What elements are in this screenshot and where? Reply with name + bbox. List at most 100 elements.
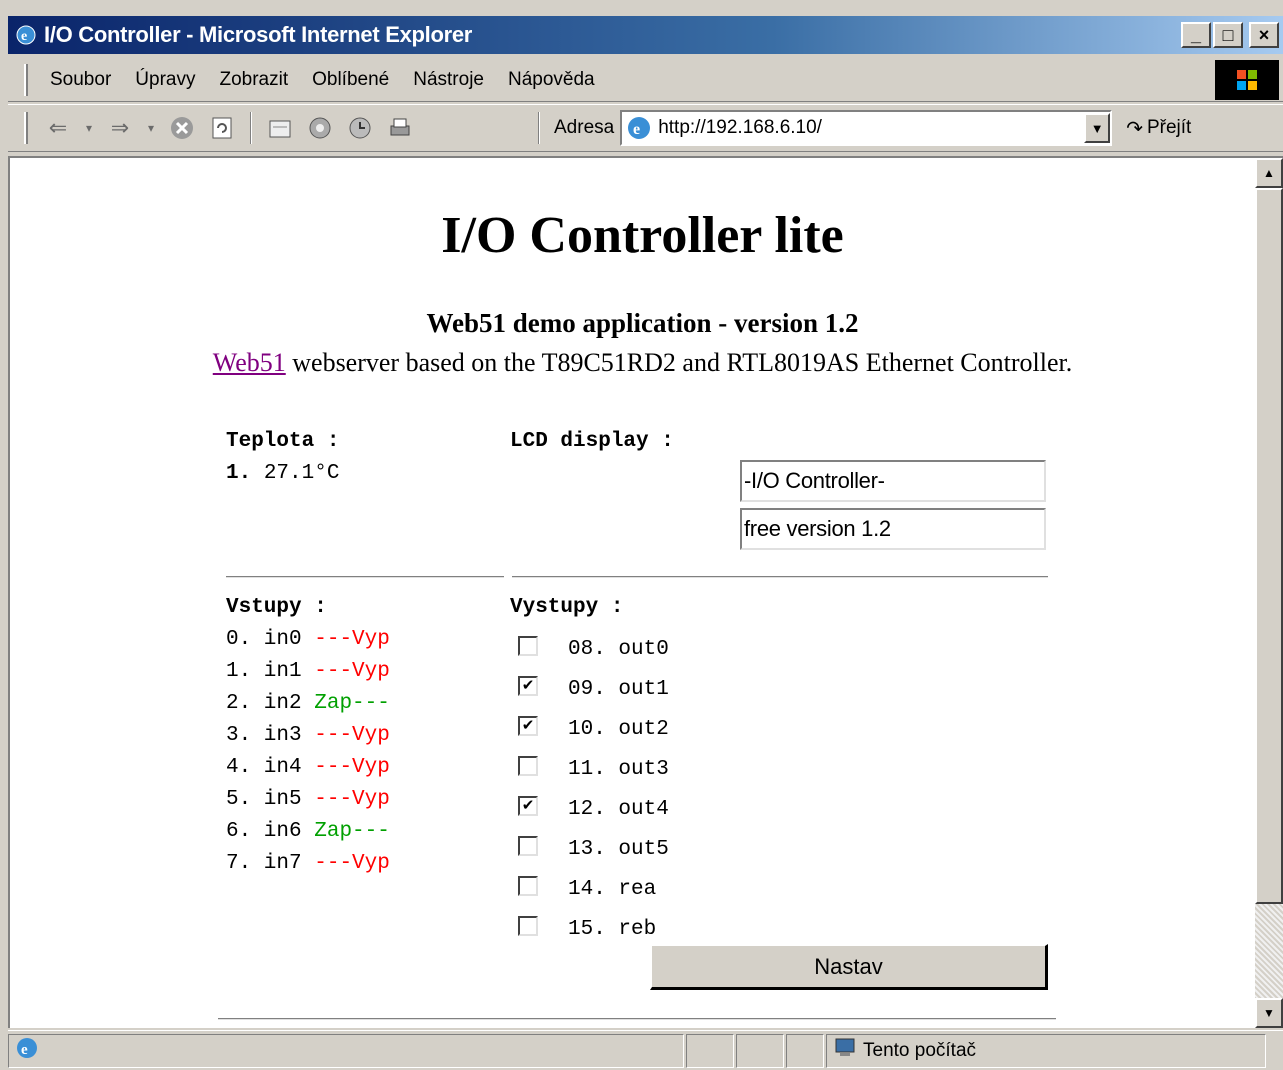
address-bar[interactable]: e http://192.168.6.10/ ▼ — [620, 110, 1113, 146]
temperature-value: 27.1°C — [263, 462, 340, 485]
toolbar-grip[interactable] — [24, 112, 28, 144]
zone-label: Tento počítač — [863, 1039, 977, 1061]
browser-window: e I/O Controller - Microsoft Internet Ex… — [0, 0, 1283, 1070]
window-title: I/O Controller - Microsoft Internet Expl… — [44, 22, 473, 47]
output-checkbox[interactable] — [518, 636, 538, 656]
svg-text:e: e — [21, 1042, 28, 1058]
input-state: ---Vyp — [314, 788, 390, 811]
svg-text:e: e — [633, 121, 640, 138]
output-label: 13. out5 — [568, 838, 669, 861]
input-row: 0. in0 ---Vyp — [226, 628, 390, 651]
input-row: 4. in4 ---Vyp — [226, 756, 390, 779]
history-icon[interactable] — [343, 111, 377, 145]
vertical-scrollbar[interactable]: ▲ ▼ — [1255, 158, 1283, 1028]
input-label: 0. in0 — [226, 628, 302, 651]
page-viewport: I/O Controller lite Web51 demo applicati… — [8, 156, 1283, 1028]
windows-logo-icon — [1215, 59, 1279, 100]
maximize-button[interactable]: □ — [1213, 22, 1243, 48]
scroll-thumb[interactable] — [1255, 188, 1283, 904]
back-icon[interactable]: ⇐ — [41, 111, 75, 145]
input-row: 7. in7 ---Vyp — [226, 852, 390, 875]
temperature-heading: Teplota : — [226, 430, 340, 453]
status-main: e — [8, 1033, 684, 1068]
menu-item-soubor[interactable]: Soubor — [38, 69, 123, 91]
page-description: Web51 webserver based on the T89C51RD2 a… — [10, 348, 1275, 378]
ie-logo-icon: e — [14, 23, 38, 47]
temperature-index: 1. — [226, 462, 252, 485]
page-icon: e — [626, 115, 652, 141]
menu-item-upravy[interactable]: Úpravy — [123, 69, 207, 91]
divider-left — [226, 576, 504, 578]
menu-item-napoveda[interactable]: Nápověda — [496, 69, 607, 91]
title-bar: e I/O Controller - Microsoft Internet Ex… — [8, 16, 1283, 54]
close-button[interactable]: × — [1249, 22, 1279, 48]
input-label: 2. in2 — [226, 692, 302, 715]
input-label: 7. in7 — [226, 852, 302, 875]
input-state: ---Vyp — [314, 660, 390, 683]
home-icon[interactable] — [263, 111, 297, 145]
status-zone: Tento počítač — [826, 1033, 1266, 1068]
address-label: Adresa — [554, 117, 615, 138]
lcd-line1-input[interactable] — [740, 460, 1046, 502]
stop-icon[interactable] — [165, 111, 199, 145]
input-row: 3. in3 ---Vyp — [226, 724, 390, 747]
computer-icon — [833, 1037, 857, 1065]
output-checkbox[interactable]: ✔ — [518, 716, 538, 736]
output-checkbox[interactable] — [518, 836, 538, 856]
input-state: Zap--- — [314, 692, 390, 715]
back-dropdown-icon[interactable]: ▾ — [81, 111, 97, 145]
output-label: 14. rea — [568, 878, 657, 901]
status-bar: e Tento počítač — [8, 1030, 1283, 1070]
inputs-heading: Vstupy : — [226, 596, 327, 619]
output-checkbox[interactable]: ✔ — [518, 796, 538, 816]
description-text: webserver based on the T89C51RD2 and RTL… — [285, 348, 1073, 377]
print-icon[interactable] — [383, 111, 417, 145]
input-state: ---Vyp — [314, 756, 390, 779]
search-icon[interactable] — [303, 111, 337, 145]
divider-bottom — [218, 1018, 1056, 1020]
go-label: Přejít — [1146, 117, 1192, 138]
forward-icon[interactable]: ⇒ — [103, 111, 137, 145]
menu-bar: Soubor Úpravy Zobrazit Oblíbené Nástroje… — [8, 58, 1283, 102]
menu-item-nastroje[interactable]: Nástroje — [401, 69, 496, 91]
input-state: ---Vyp — [314, 628, 390, 651]
menu-item-oblibene[interactable]: Oblíbené — [300, 69, 401, 91]
output-checkbox[interactable] — [518, 876, 538, 896]
scroll-up-button[interactable]: ▲ — [1255, 158, 1283, 188]
input-label: 5. in5 — [226, 788, 302, 811]
output-label: 09. out1 — [568, 678, 669, 701]
input-state: ---Vyp — [314, 852, 390, 875]
menu-item-zobrazit[interactable]: Zobrazit — [207, 69, 300, 91]
go-button[interactable]: ↷ Přejít — [1126, 116, 1191, 141]
toolbar: ⇐ ▾ ⇒ ▾ Adresa e http://192.168.6.10/ ▼ … — [8, 104, 1283, 152]
input-label: 1. in1 — [226, 660, 302, 683]
address-dropdown-button[interactable]: ▼ — [1084, 113, 1111, 143]
input-row: 1. in1 ---Vyp — [226, 660, 390, 683]
temperature-row: 1. 27.1°C — [226, 462, 339, 485]
page-subtitle: Web51 demo application - version 1.2 — [426, 308, 859, 338]
output-checkbox[interactable]: ✔ — [518, 676, 538, 696]
svg-text:e: e — [21, 29, 27, 44]
output-label: 08. out0 — [568, 638, 669, 661]
web51-link[interactable]: Web51 — [213, 348, 286, 377]
go-arrow-icon: ↷ — [1126, 117, 1143, 140]
refresh-icon[interactable] — [205, 111, 239, 145]
input-row: 2. in2 Zap--- — [226, 692, 390, 715]
submit-button[interactable]: Nastav — [650, 944, 1048, 990]
input-label: 6. in6 — [226, 820, 302, 843]
output-checkbox[interactable] — [518, 756, 538, 776]
output-label: 11. out3 — [568, 758, 669, 781]
outputs-heading: Vystupy : — [510, 596, 624, 619]
output-label: 12. out4 — [568, 798, 669, 821]
url-text[interactable]: http://192.168.6.10/ — [658, 117, 1084, 139]
scroll-down-button[interactable]: ▼ — [1255, 998, 1283, 1028]
menu-grip[interactable] — [24, 63, 28, 96]
forward-dropdown-icon[interactable]: ▾ — [143, 111, 159, 145]
divider-right — [512, 576, 1048, 578]
input-label: 4. in4 — [226, 756, 302, 779]
output-checkbox[interactable] — [518, 916, 538, 936]
minimize-button[interactable]: _ — [1181, 22, 1211, 48]
input-state: ---Vyp — [314, 724, 390, 747]
output-label: 10. out2 — [568, 718, 669, 741]
lcd-line2-input[interactable] — [740, 508, 1046, 550]
